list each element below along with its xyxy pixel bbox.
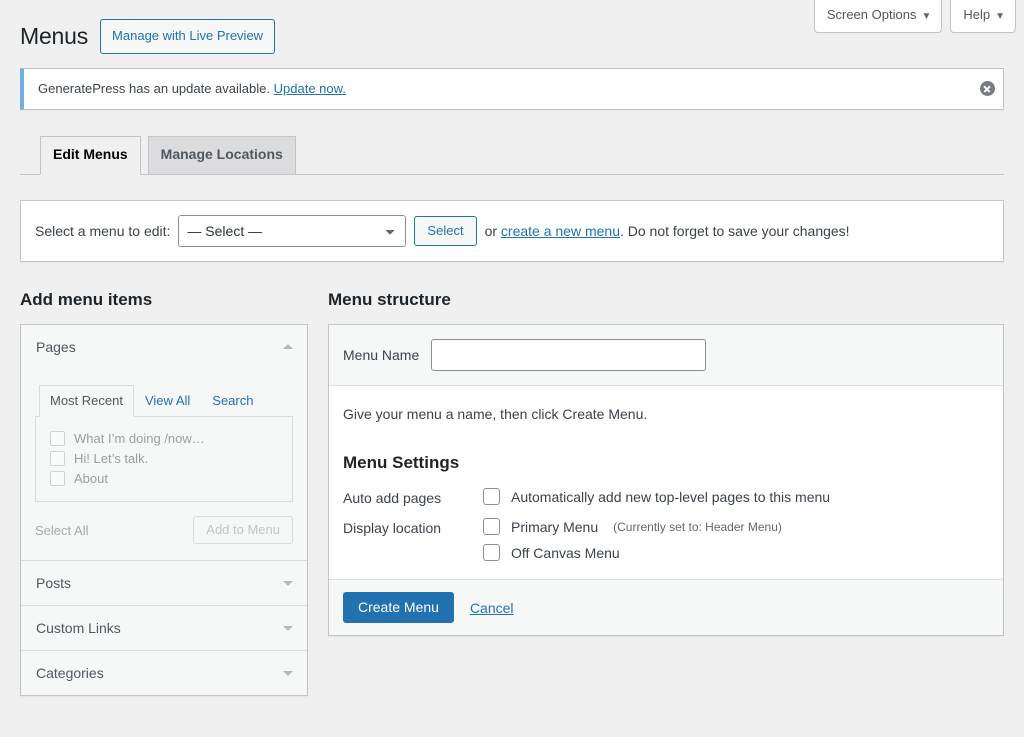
chevron-down-icon[interactable] — [283, 671, 293, 676]
auto-add-pages-row: Auto add pages Automatically add new top… — [343, 488, 989, 506]
auto-add-pages-label: Auto add pages — [343, 488, 483, 506]
menu-select-dropdown[interactable]: — Select — — [178, 215, 406, 247]
menus-page-wrap: Menus Manage with Live Preview GenerateP… — [0, 0, 1024, 696]
pages-tab-search[interactable]: Search — [201, 385, 264, 418]
auto-add-pages-checkbox-row[interactable]: Automatically add new top-level pages to… — [483, 488, 989, 505]
tab-manage-locations[interactable]: Manage Locations — [148, 136, 296, 174]
screen-meta-links: Screen Options ▼ Help ▼ — [814, 0, 1016, 33]
auto-add-pages-fields: Automatically add new top-level pages to… — [483, 488, 989, 505]
auto-add-pages-checkbox-label[interactable]: Automatically add new top-level pages to… — [511, 489, 830, 505]
add-menu-items-title: Add menu items — [20, 288, 308, 312]
accordion-title-pages: Pages — [36, 339, 76, 355]
create-new-menu-link[interactable]: create a new menu — [501, 223, 620, 239]
nav-tabs: Edit MenusManage Locations — [20, 136, 1004, 175]
select-menu-label: Select a menu to edit: — [35, 223, 170, 239]
chevron-down-icon[interactable] — [283, 581, 293, 586]
update-notice: GeneratePress has an update available. U… — [20, 68, 1004, 110]
accordion-section-pages: Pages Most Recent View All Search — [21, 325, 307, 562]
create-menu-button[interactable]: Create Menu — [343, 592, 454, 623]
select-all-link[interactable]: Select All — [35, 523, 88, 538]
or-text: or — [485, 223, 497, 239]
primary-menu-label[interactable]: Primary Menu — [511, 519, 598, 535]
chevron-up-icon[interactable] — [283, 344, 293, 349]
menu-hint-text: Give your menu a name, then click Create… — [343, 404, 989, 425]
page-checkbox[interactable] — [50, 431, 65, 446]
page-label: Hi! Let’s talk. — [74, 451, 148, 466]
chevron-down-icon: ▼ — [995, 11, 1005, 22]
select-trailing-text: or create a new menu. Do not forget to s… — [485, 223, 850, 239]
accordion-section-custom-links: Custom Links — [21, 606, 307, 651]
close-icon — [980, 81, 995, 96]
menu-structure-title: Menu structure — [328, 288, 1004, 312]
help-button[interactable]: Help ▼ — [950, 0, 1016, 33]
menu-settings-title: Menu Settings — [343, 451, 989, 475]
off-canvas-menu-checkbox[interactable] — [483, 544, 500, 561]
accordion-header-posts[interactable]: Posts — [21, 561, 307, 605]
display-location-row: Display location Primary Menu (Currently… — [343, 518, 989, 561]
pages-list: What I’m doing /now… Hi! Let’s talk. Abo… — [35, 417, 293, 502]
accordion-section-categories: Categories — [21, 651, 307, 695]
pages-tab-view-all[interactable]: View All — [134, 385, 201, 418]
menus-columns: Add menu items Pages Most Recent View Al… — [20, 288, 1004, 696]
primary-menu-note: (Currently set to: Header Menu) — [613, 520, 782, 534]
update-notice-text: GeneratePress has an update available. U… — [36, 77, 991, 102]
accordion-header-pages[interactable]: Pages — [21, 325, 307, 369]
add-menu-items-column: Add menu items Pages Most Recent View Al… — [20, 288, 308, 696]
chevron-down-icon[interactable] — [283, 626, 293, 631]
screen-options-button[interactable]: Screen Options ▼ — [814, 0, 943, 33]
accordion-title-posts: Posts — [36, 575, 71, 591]
menu-name-row: Menu Name — [329, 325, 1003, 386]
menu-name-input[interactable] — [431, 339, 706, 371]
tab-edit-menus[interactable]: Edit Menus — [40, 136, 141, 175]
accordion-body-pages: Most Recent View All Search What I’m doi… — [21, 369, 307, 561]
add-menu-items-accordion: Pages Most Recent View All Search — [20, 324, 308, 697]
accordion-title-categories: Categories — [36, 665, 104, 681]
page-label: What I’m doing /now… — [74, 431, 205, 446]
display-location-primary-row[interactable]: Primary Menu (Currently set to: Header M… — [483, 518, 989, 535]
primary-menu-checkbox[interactable] — [483, 518, 500, 535]
off-canvas-menu-label[interactable]: Off Canvas Menu — [511, 545, 620, 561]
page-checkbox[interactable] — [50, 471, 65, 486]
chevron-down-icon: ▼ — [921, 11, 931, 22]
screen-options-label: Screen Options — [827, 7, 917, 22]
accordion-header-custom-links[interactable]: Custom Links — [21, 606, 307, 650]
pages-panel-actions: Select All Add to Menu — [35, 502, 293, 560]
list-item[interactable]: About — [50, 469, 282, 489]
pages-inner-tabs: Most Recent View All Search — [35, 385, 293, 418]
display-location-label: Display location — [343, 518, 483, 536]
select-button[interactable]: Select — [414, 216, 476, 246]
update-now-link[interactable]: Update now. — [274, 81, 346, 96]
menu-select-panel: Select a menu to edit: — Select — Select… — [20, 200, 1004, 262]
page-title: Menus — [20, 22, 88, 52]
menu-edit-panel: Menu Name Give your menu a name, then cl… — [328, 324, 1004, 637]
list-item[interactable]: Hi! Let’s talk. — [50, 449, 282, 469]
help-label: Help — [963, 7, 990, 22]
manage-with-live-preview-button[interactable]: Manage with Live Preview — [100, 19, 275, 54]
accordion-title-custom-links: Custom Links — [36, 620, 121, 636]
menu-footer-actions: Create Menu Cancel — [329, 579, 1003, 635]
menu-name-label: Menu Name — [343, 347, 419, 363]
page-label: About — [74, 471, 108, 486]
accordion-section-posts: Posts — [21, 561, 307, 606]
add-to-menu-button[interactable]: Add to Menu — [193, 516, 293, 544]
cancel-link[interactable]: Cancel — [470, 600, 514, 616]
menu-structure-column: Menu structure Menu Name Give your menu … — [328, 288, 1004, 637]
pages-tab-most-recent[interactable]: Most Recent — [39, 385, 134, 418]
menu-body: Give your menu a name, then click Create… — [329, 386, 1003, 580]
update-notice-message: GeneratePress has an update available. — [38, 81, 270, 96]
notice-dismiss-button[interactable] — [977, 79, 997, 99]
page-checkbox[interactable] — [50, 451, 65, 466]
display-location-offcanvas-row[interactable]: Off Canvas Menu — [483, 544, 989, 561]
accordion-header-categories[interactable]: Categories — [21, 651, 307, 695]
auto-add-pages-checkbox[interactable] — [483, 488, 500, 505]
save-changes-reminder: . Do not forget to save your changes! — [620, 223, 850, 239]
list-item[interactable]: What I’m doing /now… — [50, 429, 282, 449]
display-location-fields: Primary Menu (Currently set to: Header M… — [483, 518, 989, 561]
